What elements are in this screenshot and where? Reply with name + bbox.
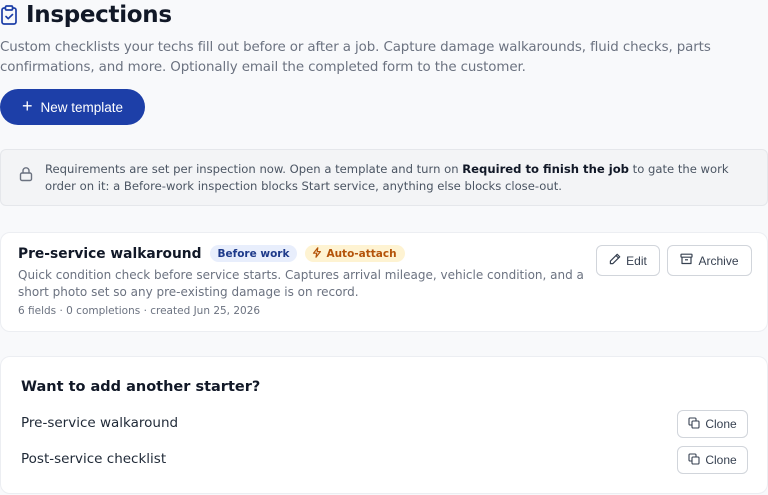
notice-text-part: Requirements are set per inspection now.…: [45, 162, 463, 176]
page-subtitle: Custom checklists your techs fill out be…: [0, 40, 711, 75]
starter-item-label: Pre-service walkaround: [21, 415, 179, 431]
edit-button[interactable]: Edit: [596, 245, 660, 276]
clone-button[interactable]: Clone: [677, 446, 748, 474]
template-title-row: Pre-service walkaround Before work Auto-…: [18, 245, 405, 262]
notice-text-emphasis: Required to finish the job: [462, 162, 629, 176]
plus-icon: +: [21, 96, 33, 116]
template-meta: 6 fields · 0 completions · created Jun 2…: [18, 305, 261, 317]
lightning-icon: [312, 246, 322, 261]
starter-heading: Want to add another starter?: [21, 379, 261, 395]
starter-item-label: Post-service checklist: [21, 451, 167, 467]
new-template-label: New template: [40, 99, 124, 115]
pencil-icon: [609, 253, 621, 268]
auto-attach-badge: Auto-attach: [305, 245, 405, 262]
archive-button[interactable]: Archive: [667, 245, 752, 276]
starter-card: Want to add another starter? Pre-service…: [0, 356, 768, 494]
auto-attach-label: Auto-attach: [326, 247, 397, 260]
requirements-notice: Requirements are set per inspection now.…: [0, 149, 768, 206]
copy-icon: [688, 452, 700, 468]
page-title: Inspections: [26, 2, 172, 28]
clone-label: Clone: [705, 417, 737, 431]
template-name: Pre-service walkaround: [18, 245, 202, 262]
edit-label: Edit: [626, 253, 647, 268]
copy-icon: [688, 416, 700, 432]
new-template-button[interactable]: + New template: [0, 89, 145, 125]
template-description: Quick condition check before service sta…: [18, 268, 584, 299]
inspections-page: Inspections Custom checklists your techs…: [0, 0, 768, 495]
archive-icon: [680, 253, 694, 268]
timing-badge: Before work: [209, 245, 298, 262]
clipboard-check-icon: [0, 5, 18, 25]
clone-button[interactable]: Clone: [677, 410, 748, 438]
clone-label: Clone: [705, 453, 737, 467]
archive-label: Archive: [698, 253, 739, 268]
notice-text: Requirements are set per inspection now.…: [45, 161, 757, 195]
template-card: Pre-service walkaround Before work Auto-…: [0, 232, 768, 332]
page-header: Inspections: [0, 2, 172, 28]
lock-icon: [19, 166, 33, 186]
